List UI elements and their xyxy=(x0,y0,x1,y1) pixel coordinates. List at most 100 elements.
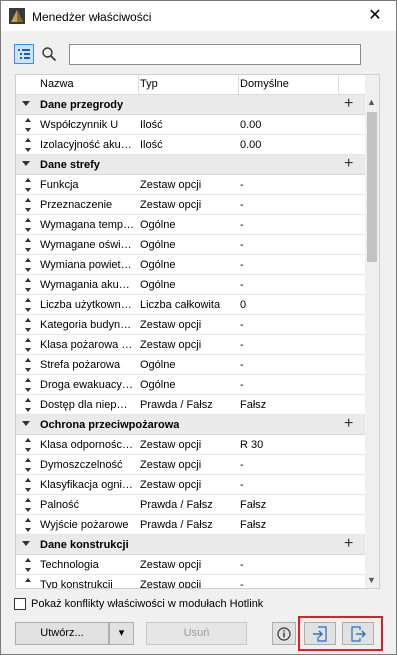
drag-handle-icon[interactable] xyxy=(25,258,31,272)
group-header[interactable]: Dane konstrukcji + xyxy=(16,535,365,555)
drag-handle-icon[interactable] xyxy=(25,138,31,152)
group-header[interactable]: Dane przegrody + xyxy=(16,95,365,115)
property-type: Prawda / Fałsz xyxy=(140,399,213,411)
drag-handle-icon[interactable] xyxy=(25,338,31,352)
info-icon xyxy=(277,627,291,641)
table-row[interactable]: Izolacyjność aku… Ilość 0.00 xyxy=(16,135,365,155)
property-default: - xyxy=(240,259,244,271)
table-row[interactable]: Typ konstrukcji Zestaw opcji - xyxy=(16,575,365,589)
property-default: 0.00 xyxy=(240,119,262,131)
property-default: - xyxy=(240,379,244,391)
collapse-triangle-icon[interactable] xyxy=(22,541,30,546)
close-button[interactable]: ✕ xyxy=(359,5,391,27)
add-property-icon[interactable]: + xyxy=(344,536,353,552)
property-type: Zestaw opcji xyxy=(140,459,202,471)
drag-handle-icon[interactable] xyxy=(25,518,31,532)
table-row[interactable]: Przeznaczenie Zestaw opcji - xyxy=(16,195,365,215)
property-type: Zestaw opcji xyxy=(140,319,202,331)
drag-handle-icon[interactable] xyxy=(25,318,31,332)
property-type: Ilość xyxy=(140,139,163,151)
property-type: Ogólne xyxy=(140,359,176,371)
table-row[interactable]: Technologia Zestaw opcji - xyxy=(16,555,365,575)
table-row[interactable]: Klasa odpornośc… Zestaw opcji R 30 xyxy=(16,435,365,455)
table-row[interactable]: Dostęp dla niep… Prawda / Fałsz Fałsz xyxy=(16,395,365,415)
scroll-thumb[interactable] xyxy=(367,112,377,262)
vertical-scrollbar[interactable]: ▲ ▼ xyxy=(365,75,379,588)
table-row[interactable]: Kategoria budyn… Zestaw opcji - xyxy=(16,315,365,335)
column-divider[interactable] xyxy=(138,75,139,94)
info-button[interactable] xyxy=(272,622,296,645)
delete-button[interactable]: Usuń xyxy=(146,622,247,645)
drag-handle-icon[interactable] xyxy=(25,378,31,392)
import-button[interactable] xyxy=(304,622,336,645)
drag-handle-icon[interactable] xyxy=(25,438,31,452)
property-default: - xyxy=(240,279,244,291)
table-row[interactable]: Palność Prawda / Fałsz Fałsz xyxy=(16,495,365,515)
drag-handle-icon[interactable] xyxy=(25,498,31,512)
import-icon xyxy=(313,626,327,642)
drag-handle-icon[interactable] xyxy=(25,578,31,589)
collapse-triangle-icon[interactable] xyxy=(22,101,30,106)
scroll-down-icon[interactable]: ▼ xyxy=(367,575,376,585)
column-header-default[interactable]: Domyślne xyxy=(240,78,289,90)
hotlink-conflicts-option[interactable]: Pokaż konflikty właściwości w modułach H… xyxy=(14,597,384,613)
tree-view-toggle[interactable] xyxy=(14,44,34,64)
property-name: Droga ewakuacy… xyxy=(40,379,133,391)
table-row[interactable]: Wymiana powiet… Ogólne - xyxy=(16,255,365,275)
search-input[interactable] xyxy=(69,44,361,65)
drag-handle-icon[interactable] xyxy=(25,198,31,212)
table-row[interactable]: Klasa pożarowa … Zestaw opcji - xyxy=(16,335,365,355)
table-row[interactable]: Dymoszczelność Zestaw opcji - xyxy=(16,455,365,475)
table-row[interactable]: Wymagana temp… Ogólne - xyxy=(16,215,365,235)
table-row[interactable]: Współczynnik U Ilość 0.00 xyxy=(16,115,365,135)
column-divider[interactable] xyxy=(238,75,239,94)
drag-handle-icon[interactable] xyxy=(25,178,31,192)
export-button[interactable] xyxy=(342,622,374,645)
drag-handle-icon[interactable] xyxy=(25,118,31,132)
collapse-triangle-icon[interactable] xyxy=(22,421,30,426)
property-name: Funkcja xyxy=(40,179,79,191)
tree-view-icon xyxy=(18,49,30,59)
drag-handle-icon[interactable] xyxy=(25,558,31,572)
scroll-up-icon[interactable]: ▲ xyxy=(367,97,376,107)
table-row[interactable]: Wymagane oświ… Ogólne - xyxy=(16,235,365,255)
drag-handle-icon[interactable] xyxy=(25,458,31,472)
property-type: Prawda / Fałsz xyxy=(140,519,213,531)
create-button[interactable]: Utwórz... xyxy=(15,622,109,645)
column-divider[interactable] xyxy=(338,75,339,94)
drag-handle-icon[interactable] xyxy=(25,238,31,252)
search-icon[interactable] xyxy=(41,46,57,62)
drag-handle-icon[interactable] xyxy=(25,218,31,232)
hotlink-conflicts-checkbox[interactable] xyxy=(14,598,26,610)
group-header[interactable]: Dane strefy + xyxy=(16,155,365,175)
property-default: - xyxy=(240,479,244,491)
title-bar: Menedżer właściwości ✕ xyxy=(1,1,396,31)
table-row[interactable]: Liczba użytkown… Liczba całkowita 0 xyxy=(16,295,365,315)
table-row[interactable]: Funkcja Zestaw opcji - xyxy=(16,175,365,195)
column-header-type[interactable]: Typ xyxy=(140,78,158,90)
property-name: Wyjście pożarowe xyxy=(40,519,129,531)
collapse-triangle-icon[interactable] xyxy=(22,161,30,166)
table-row[interactable]: Wymagania aku… Ogólne - xyxy=(16,275,365,295)
add-property-icon[interactable]: + xyxy=(344,96,353,112)
property-default: - xyxy=(240,239,244,251)
table-row[interactable]: Droga ewakuacy… Ogólne - xyxy=(16,375,365,395)
property-default: R 30 xyxy=(240,439,264,451)
create-button-label: Utwórz... xyxy=(40,627,84,639)
create-dropdown-button[interactable]: ▾ xyxy=(109,622,134,645)
column-header-name[interactable]: Nazwa xyxy=(40,78,74,90)
group-label: Dane przegrody xyxy=(40,99,124,111)
property-name: Palność xyxy=(40,499,80,511)
drag-handle-icon[interactable] xyxy=(25,358,31,372)
drag-handle-icon[interactable] xyxy=(25,398,31,412)
property-type: Ogólne xyxy=(140,259,176,271)
table-row[interactable]: Wyjście pożarowe Prawda / Fałsz Fałsz xyxy=(16,515,365,535)
add-property-icon[interactable]: + xyxy=(344,416,353,432)
drag-handle-icon[interactable] xyxy=(25,278,31,292)
table-row[interactable]: Strefa pożarowa Ogólne - xyxy=(16,355,365,375)
add-property-icon[interactable]: + xyxy=(344,156,353,172)
drag-handle-icon[interactable] xyxy=(25,478,31,492)
group-header[interactable]: Ochrona przeciwpożarowa + xyxy=(16,415,365,435)
table-row[interactable]: Klasyfikacja ogni… Zestaw opcji - xyxy=(16,475,365,495)
drag-handle-icon[interactable] xyxy=(25,298,31,312)
